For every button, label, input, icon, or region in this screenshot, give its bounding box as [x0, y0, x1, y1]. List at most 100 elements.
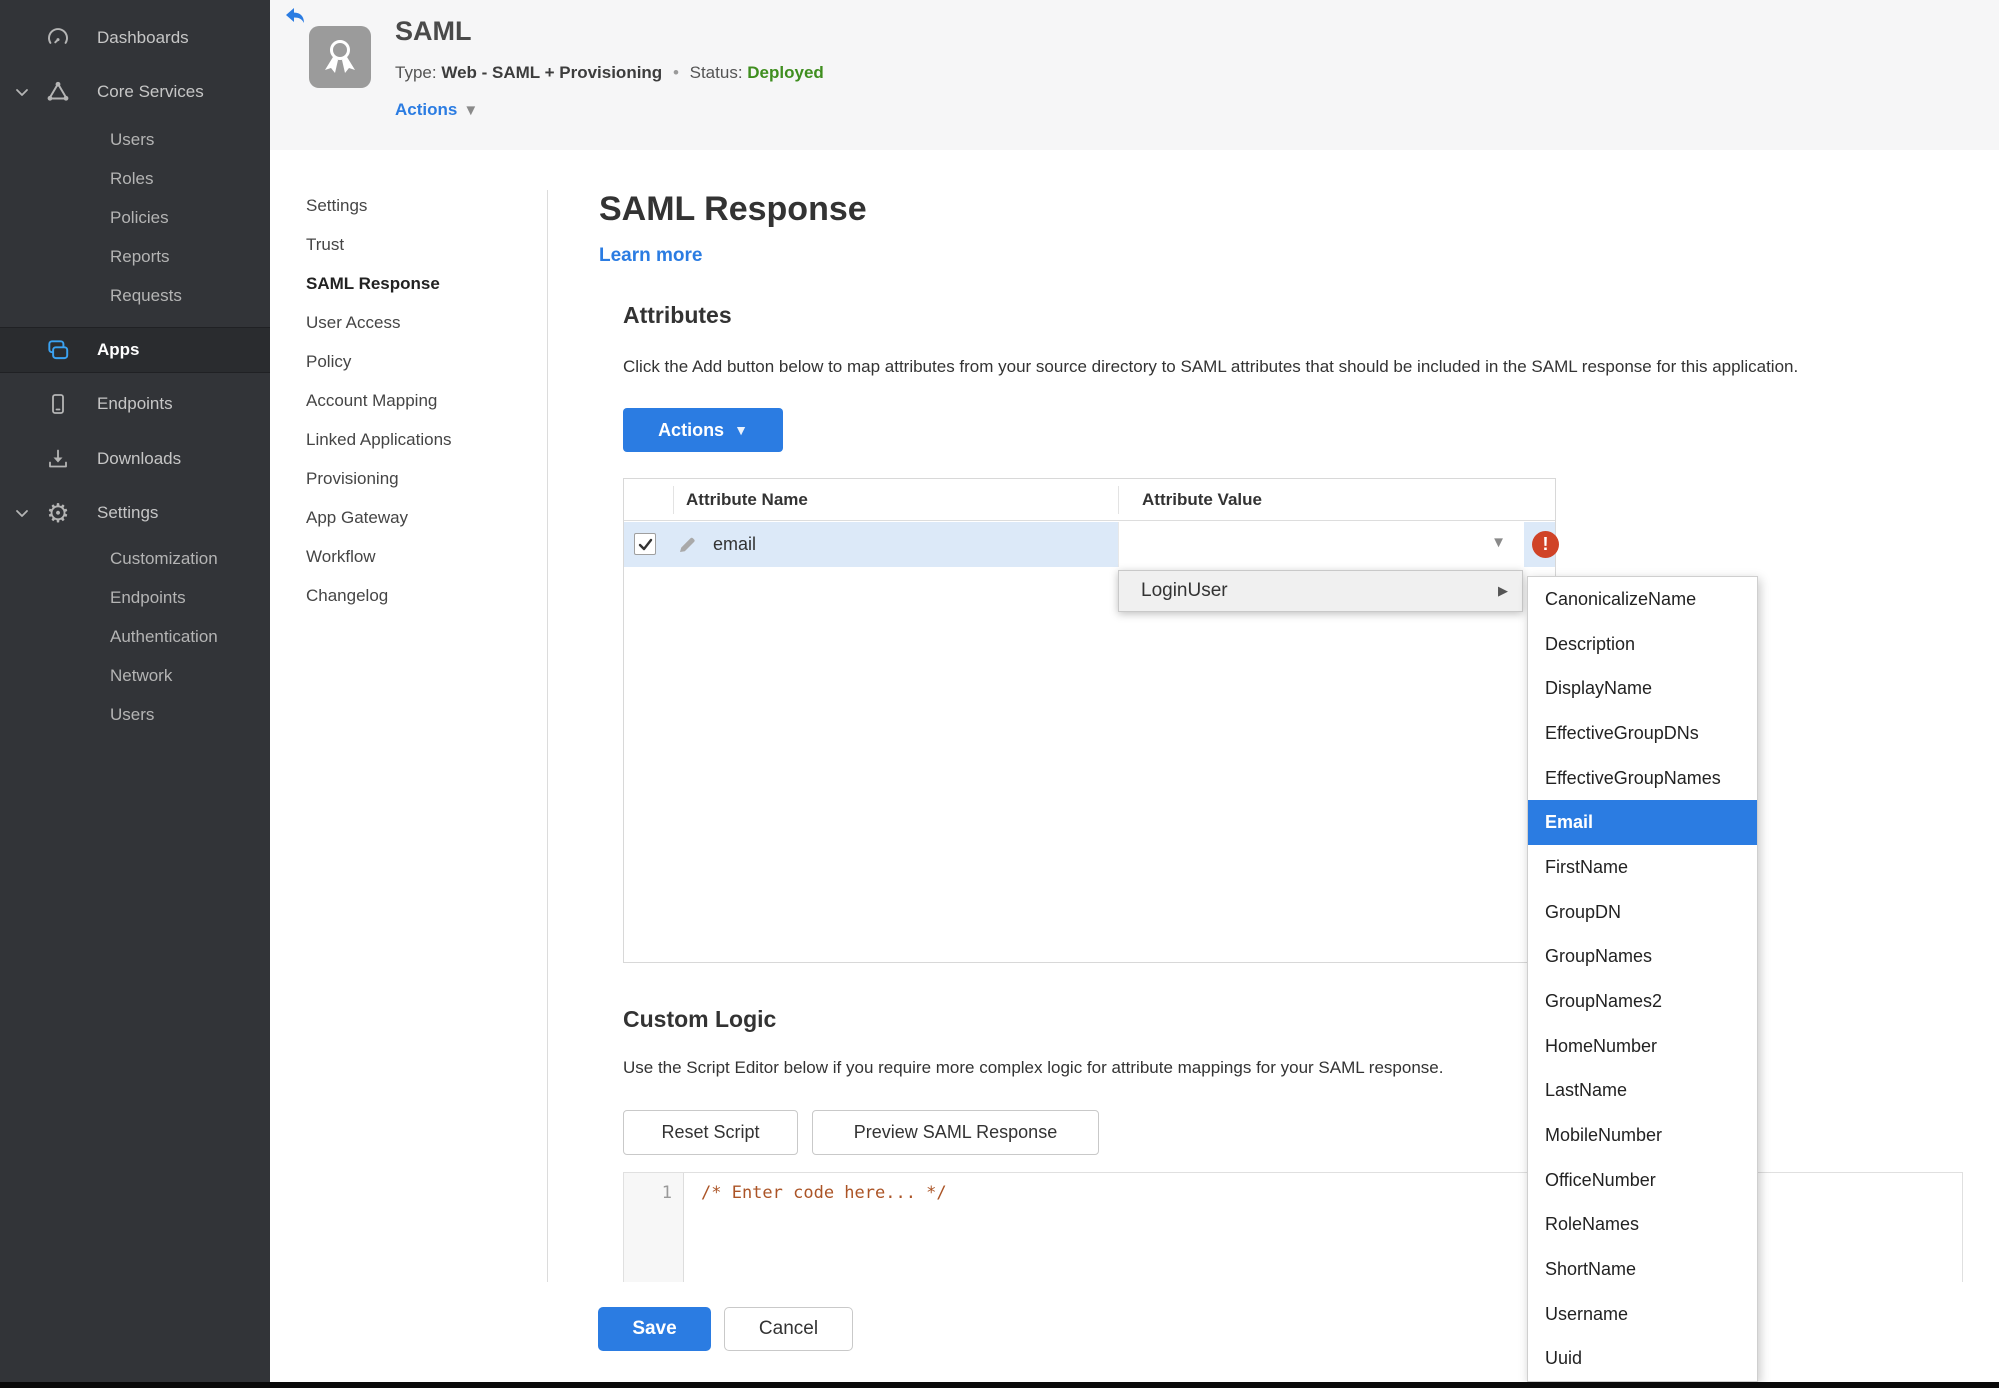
tab-provisioning[interactable]: Provisioning — [306, 459, 506, 498]
tab-settings[interactable]: Settings — [306, 186, 506, 225]
meta-separator: • — [672, 63, 679, 82]
submenu-item-rolenames[interactable]: RoleNames — [1528, 1202, 1757, 1247]
edit-pencil-icon[interactable] — [676, 534, 698, 556]
sidebar-item-label: Settings — [97, 503, 159, 522]
tab-linked-applications[interactable]: Linked Applications — [306, 420, 506, 459]
sidebar-item-core-services[interactable]: Core Services — [0, 68, 270, 116]
sidebar-item-requests[interactable]: Requests — [0, 276, 270, 315]
gear-icon: ⚙ — [46, 497, 70, 528]
sidebar-item-label: Downloads — [97, 449, 182, 468]
sidebar-item-reports[interactable]: Reports — [0, 237, 270, 276]
learn-more-link[interactable]: Learn more — [599, 245, 702, 267]
submenu-item-lastname[interactable]: LastName — [1528, 1068, 1757, 1113]
app-badge-icon — [309, 26, 371, 88]
back-arrow-icon[interactable] — [283, 4, 307, 28]
attribute-name-cell: email — [713, 534, 757, 554]
submenu-item-groupdn[interactable]: GroupDN — [1528, 890, 1757, 935]
tab-account-mapping[interactable]: Account Mapping — [306, 381, 506, 420]
tab-user-access[interactable]: User Access — [306, 303, 506, 342]
cancel-button[interactable]: Cancel — [724, 1307, 853, 1351]
gauge-icon — [44, 24, 72, 52]
row-checkbox[interactable] — [634, 533, 656, 555]
value-menu-loginuser[interactable]: LoginUser ▶ — [1118, 570, 1523, 612]
sidebar-item-authentication[interactable]: Authentication — [0, 617, 270, 656]
submenu-item-effectivegroupdns[interactable]: EffectiveGroupDNs — [1528, 711, 1757, 756]
header-actions-menu[interactable]: Actions ▼ — [395, 100, 478, 120]
app-section-nav: Settings Trust SAML Response User Access… — [306, 186, 506, 615]
column-divider — [1118, 486, 1119, 514]
sidebar-item-label: Authentication — [110, 626, 218, 646]
status-label: Status: — [689, 63, 743, 82]
type-value: Web - SAML + Provisioning — [441, 63, 663, 82]
error-icon: ! — [1532, 531, 1559, 558]
submenu-item-username[interactable]: Username — [1528, 1292, 1757, 1337]
nav-divider — [547, 190, 548, 1282]
attribute-value-dropdown[interactable]: ▼ — [1118, 522, 1524, 567]
sidebar-item-settings[interactable]: ⚙ Settings — [0, 489, 270, 537]
sidebar-item-policies[interactable]: Policies — [0, 198, 270, 237]
attribute-value-submenu: CanonicalizeName Description DisplayName… — [1527, 576, 1758, 1382]
sidebar-item-label: Policies — [110, 207, 169, 227]
custom-logic-heading: Custom Logic — [623, 1006, 777, 1032]
column-attribute-value: Attribute Value — [1142, 490, 1262, 509]
submenu-item-mobilenumber[interactable]: MobileNumber — [1528, 1113, 1757, 1158]
attributes-actions-button[interactable]: Actions ▼ — [623, 408, 783, 452]
value-menu-label: LoginUser — [1141, 580, 1228, 601]
tab-workflow[interactable]: Workflow — [306, 537, 506, 576]
script-editor[interactable]: 1 /* Enter code here... */ — [623, 1172, 1963, 1282]
submenu-item-displayname[interactable]: DisplayName — [1528, 666, 1757, 711]
download-icon — [44, 445, 72, 473]
sidebar-item-label: Endpoints — [97, 394, 173, 413]
tab-app-gateway[interactable]: App Gateway — [306, 498, 506, 537]
sidebar-item-label: Network — [110, 665, 173, 685]
sidebar-item-apps[interactable]: Apps — [0, 327, 270, 373]
app-meta: Type: Web - SAML + Provisioning • Status… — [395, 63, 824, 83]
submenu-item-description[interactable]: Description — [1528, 622, 1757, 667]
sidebar-item-endpoints[interactable]: Endpoints — [0, 380, 270, 428]
sidebar-item-label: Dashboards — [97, 28, 189, 47]
sidebar-item-label: Roles — [110, 168, 154, 188]
sidebar-item-label: Reports — [110, 246, 170, 266]
sidebar-item-users-settings[interactable]: Users — [0, 695, 270, 734]
submenu-item-canonicalizename[interactable]: CanonicalizeName — [1528, 577, 1757, 622]
preview-saml-response-button[interactable]: Preview SAML Response — [812, 1110, 1099, 1155]
reset-script-button[interactable]: Reset Script — [623, 1110, 798, 1155]
submenu-item-shortname[interactable]: ShortName — [1528, 1247, 1757, 1292]
tab-changelog[interactable]: Changelog — [306, 576, 506, 615]
submenu-item-officenumber[interactable]: OfficeNumber — [1528, 1158, 1757, 1203]
editor-code[interactable]: /* Enter code here... */ — [701, 1183, 947, 1203]
chevron-down-icon[interactable] — [12, 503, 32, 523]
sidebar-item-label: Customization — [110, 548, 218, 568]
submenu-item-uuid[interactable]: Uuid — [1528, 1336, 1757, 1381]
sidebar-item-label: Core Services — [97, 82, 204, 101]
app-header: SAML Type: Web - SAML + Provisioning • S… — [270, 0, 1999, 150]
sidebar-item-downloads[interactable]: Downloads — [0, 435, 270, 483]
sidebar-item-label: Endpoints — [110, 587, 186, 607]
caret-down-icon: ▼ — [1491, 534, 1506, 551]
sidebar-item-roles[interactable]: Roles — [0, 159, 270, 198]
sidebar-item-network[interactable]: Network — [0, 656, 270, 695]
submenu-item-homenumber[interactable]: HomeNumber — [1528, 1024, 1757, 1069]
window-bottom-edge — [0, 1382, 1999, 1388]
submenu-item-effectivegroupnames[interactable]: EffectiveGroupNames — [1528, 756, 1757, 801]
table-row[interactable]: email ▼ ! — [624, 522, 1559, 567]
sidebar-item-users[interactable]: Users — [0, 120, 270, 159]
chevron-down-icon[interactable] — [12, 82, 32, 102]
sidebar-item-label: Users — [110, 704, 155, 724]
tab-trust[interactable]: Trust — [306, 225, 506, 264]
section-title: SAML Response — [599, 190, 867, 228]
submenu-item-groupnames[interactable]: GroupNames — [1528, 934, 1757, 979]
submenu-arrow-icon: ▶ — [1498, 583, 1508, 598]
tab-policy[interactable]: Policy — [306, 342, 506, 381]
submenu-item-groupnames2[interactable]: GroupNames2 — [1528, 979, 1757, 1024]
save-button[interactable]: Save — [598, 1307, 711, 1351]
sidebar-item-endpoints-settings[interactable]: Endpoints — [0, 578, 270, 617]
apps-icon — [44, 336, 72, 364]
tab-saml-response[interactable]: SAML Response — [306, 264, 506, 303]
sidebar-item-dashboards[interactable]: Dashboards — [0, 14, 270, 62]
sidebar-item-label: Apps — [97, 340, 140, 359]
submenu-item-firstname[interactable]: FirstName — [1528, 845, 1757, 890]
caret-down-icon: ▼ — [463, 102, 479, 119]
submenu-item-email[interactable]: Email — [1528, 800, 1757, 846]
sidebar-item-customization[interactable]: Customization — [0, 539, 270, 578]
